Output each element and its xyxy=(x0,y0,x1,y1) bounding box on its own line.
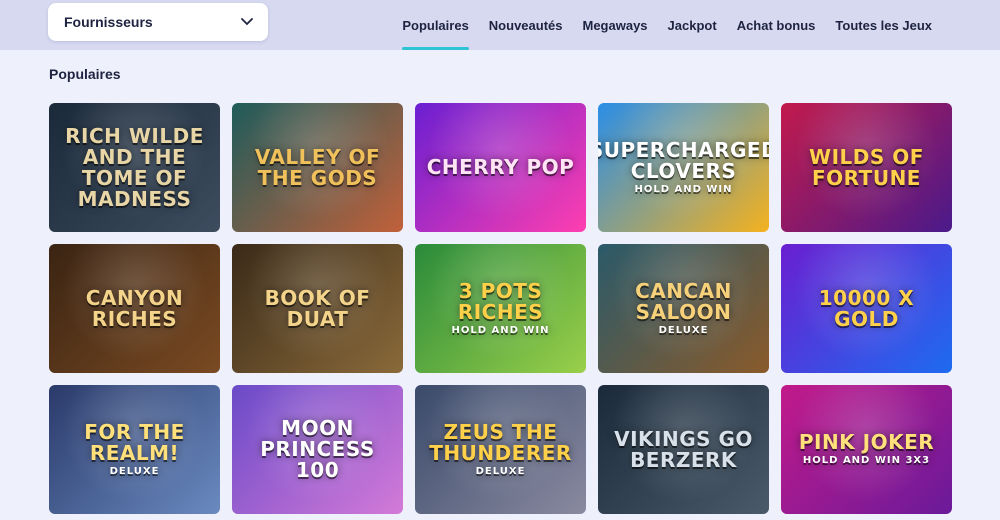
game-tile[interactable]: Cherry Pop xyxy=(415,103,586,232)
game-title: Canyon Riches xyxy=(85,285,184,331)
game-title: Book of Duat xyxy=(264,285,371,331)
game-title: Wilds of Fortune xyxy=(809,144,924,190)
game-title: Cherry Pop xyxy=(426,155,575,179)
game-subtitle: Deluxe xyxy=(109,465,160,477)
section-title: Populaires xyxy=(49,66,121,82)
tab-toutes-les-jeux[interactable]: Toutes les Jeux xyxy=(835,0,932,50)
game-tile[interactable]: For the Realm! Deluxe xyxy=(49,385,220,514)
game-tile[interactable]: 10000 X Gold xyxy=(781,244,952,373)
category-tabs: Populaires Nouveautés Megaways Jackpot A… xyxy=(402,0,932,50)
game-tile[interactable]: Zeus the Thunderer Deluxe xyxy=(415,385,586,514)
game-tile[interactable]: Vikings Go Berzerk xyxy=(598,385,769,514)
game-tile[interactable]: Cancan Saloon Deluxe xyxy=(598,244,769,373)
game-tile[interactable]: 3 Pots Riches Hold and Win xyxy=(415,244,586,373)
game-tile[interactable]: Rich Wilde and the Tome of Madness xyxy=(49,103,220,232)
tab-achat-bonus[interactable]: Achat bonus xyxy=(737,0,816,50)
game-tile[interactable]: Book of Duat xyxy=(232,244,403,373)
tab-label: Populaires xyxy=(402,17,469,33)
tab-label: Toutes les Jeux xyxy=(835,17,932,33)
game-tile[interactable]: Valley of the Gods xyxy=(232,103,403,232)
game-title: Supercharged Clovers Hold and Win xyxy=(598,139,769,196)
tab-label: Megaways xyxy=(582,17,648,33)
game-title: Vikings Go Berzerk xyxy=(614,426,753,472)
tab-label: Jackpot xyxy=(667,17,717,33)
game-tile[interactable]: Wilds of Fortune xyxy=(781,103,952,232)
top-bar: Fournisseurs Populaires Nouveautés Megaw… xyxy=(0,0,1000,50)
game-title: 3 Pots Riches Hold and Win xyxy=(415,280,586,337)
tab-label: Nouveautés xyxy=(488,17,563,33)
game-title: Moon Princess 100 xyxy=(260,416,375,482)
provider-filter-dropdown[interactable]: Fournisseurs xyxy=(48,3,268,41)
game-subtitle: Deluxe xyxy=(475,465,526,477)
game-tile[interactable]: Moon Princess 100 xyxy=(232,385,403,514)
game-title: Pink Joker Hold and Win 3x3 xyxy=(798,430,935,467)
game-title: Valley of the Gods xyxy=(254,144,381,190)
tab-label: Achat bonus xyxy=(736,17,816,33)
game-tile[interactable]: Supercharged Clovers Hold and Win xyxy=(598,103,769,232)
game-tile[interactable]: Canyon Riches xyxy=(49,244,220,373)
chevron-down-icon xyxy=(240,15,254,29)
provider-filter-label: Fournisseurs xyxy=(64,14,153,30)
game-title: Zeus the Thunderer Deluxe xyxy=(415,421,586,478)
game-tile[interactable]: Pink Joker Hold and Win 3x3 xyxy=(781,385,952,514)
game-title: Cancan Saloon Deluxe xyxy=(598,280,769,337)
game-title: Rich Wilde and the Tome of Madness xyxy=(65,123,204,211)
game-grid: Rich Wilde and the Tome of Madness Valley… xyxy=(49,103,953,514)
game-title: 10000 X Gold xyxy=(818,285,915,331)
game-subtitle: Hold and Win xyxy=(451,324,550,336)
tab-nouveautes[interactable]: Nouveautés xyxy=(489,0,563,50)
game-subtitle: Deluxe xyxy=(658,324,709,336)
tab-megaways[interactable]: Megaways xyxy=(583,0,648,50)
tab-populaires[interactable]: Populaires xyxy=(402,0,470,50)
tab-jackpot[interactable]: Jackpot xyxy=(668,0,717,50)
game-subtitle: Hold and Win xyxy=(634,183,733,195)
game-title: For the Realm! Deluxe xyxy=(49,421,220,478)
game-subtitle: Hold and Win 3x3 xyxy=(802,455,931,467)
